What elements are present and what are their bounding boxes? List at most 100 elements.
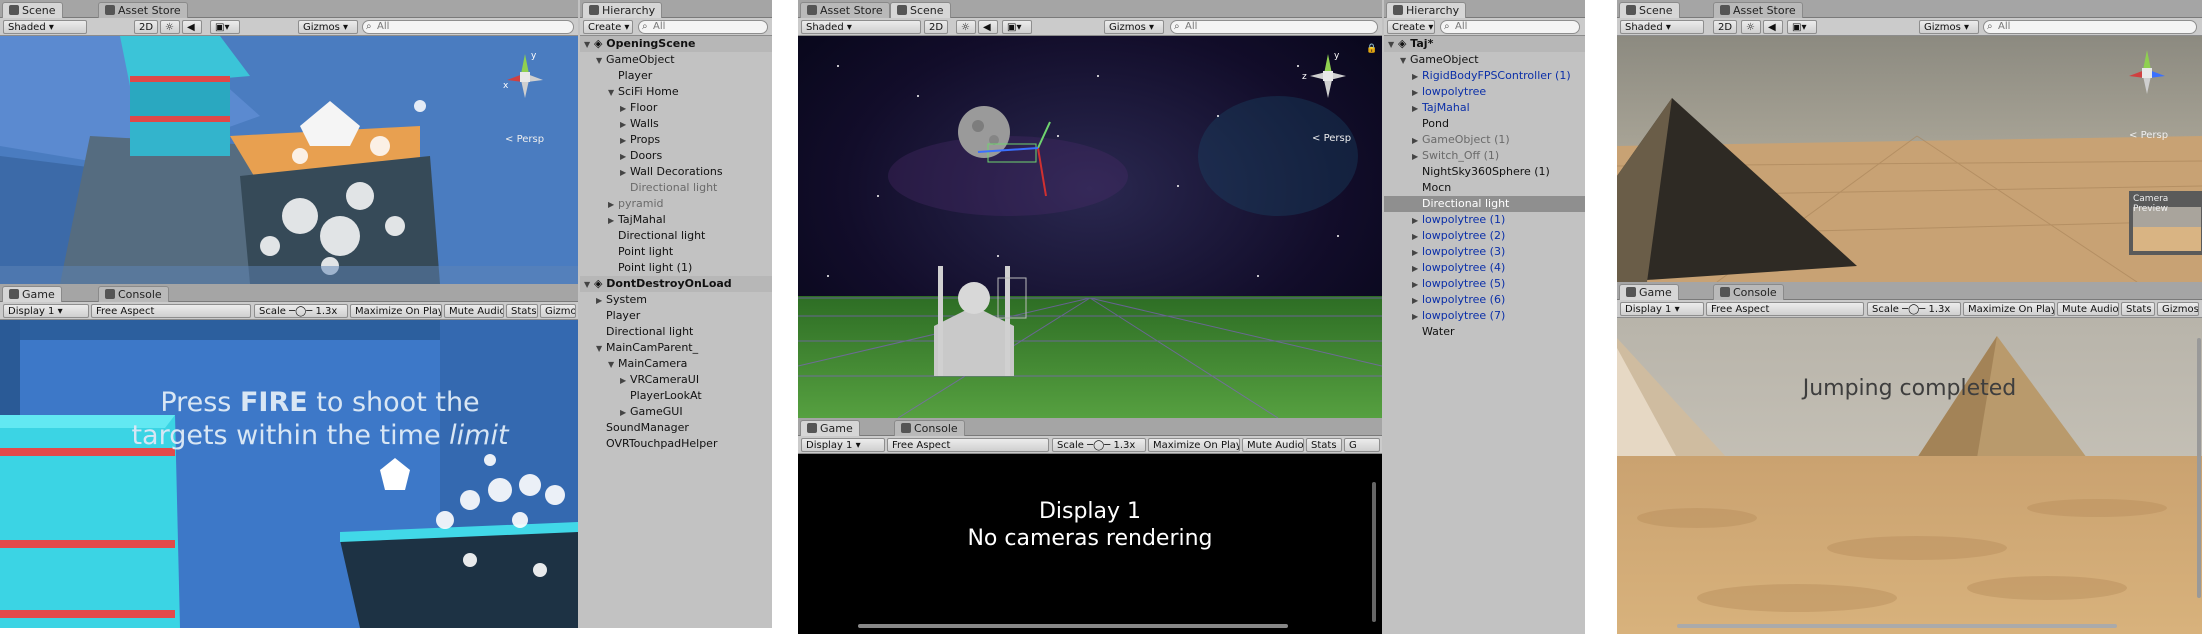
scene-orientation-gizmo-icon[interactable]: y z <box>1298 46 1358 106</box>
hierarchy-item[interactable]: ▶ lowpolytree (2) <box>1384 228 1585 244</box>
mid-game-viewport[interactable]: Display 1 No cameras rendering <box>798 454 1382 634</box>
expand-right-arrow-icon[interactable]: ▶ <box>1412 309 1422 325</box>
scene-search[interactable]: All <box>1983 20 2197 34</box>
right-scene-viewport[interactable]: Camera Preview < Persp <box>1617 36 2202 282</box>
maximize-on-play-toggle[interactable]: Maximize On Play <box>1148 438 1240 452</box>
expand-right-arrow-icon[interactable]: ▶ <box>1412 213 1422 229</box>
aspect-dropdown[interactable]: Free Aspect <box>91 304 251 318</box>
hierarchy-item[interactable]: ▶ lowpolytree (1) <box>1384 212 1585 228</box>
expand-down-arrow-icon[interactable]: ▼ <box>584 37 594 53</box>
hierarchy-item[interactable]: SoundManager <box>580 420 772 436</box>
hierarchy-item[interactable]: ▶ GameGUI <box>580 404 772 420</box>
stats-toggle[interactable]: Stats <box>1306 438 1342 452</box>
hierarchy-item[interactable]: Pond <box>1384 116 1585 132</box>
hierarchy-item[interactable]: ▼ SciFi Home <box>580 84 772 100</box>
tab-scene[interactable]: Scene <box>890 2 951 18</box>
expand-right-arrow-icon[interactable]: ▶ <box>596 293 606 309</box>
hierarchy-item[interactable]: ▶ VRCameraUI <box>580 372 772 388</box>
expand-right-arrow-icon[interactable]: ▶ <box>1412 293 1422 309</box>
audio-toggle[interactable]: ◀ <box>182 20 202 34</box>
tab-game[interactable]: Game <box>1619 284 1679 300</box>
hierarchy-scene-header[interactable]: ▼ ◈ Taj* <box>1384 36 1585 52</box>
expand-down-arrow-icon[interactable]: ▼ <box>1388 37 1398 53</box>
hierarchy-item[interactable]: ▶ Walls <box>580 116 772 132</box>
expand-right-arrow-icon[interactable]: ▶ <box>1412 85 1422 101</box>
expand-down-arrow-icon[interactable]: ▼ <box>608 357 618 373</box>
2d-toggle[interactable]: 2D <box>924 20 948 34</box>
hierarchy-item[interactable]: ▼ MainCamParent_ <box>580 340 772 356</box>
tab-hierarchy[interactable]: Hierarchy <box>1386 2 1467 18</box>
scale-slider[interactable]: Scale ─◯─ 1.3x <box>1052 438 1146 452</box>
expand-right-arrow-icon[interactable]: ▶ <box>620 101 630 117</box>
game-horizontal-scrollbar[interactable] <box>1677 624 2117 628</box>
hierarchy-item[interactable]: Point light (1) <box>580 260 772 276</box>
hierarchy-item[interactable]: ▶ GameObject (1) <box>1384 132 1585 148</box>
tab-asset-store[interactable]: Asset Store <box>1713 2 1803 18</box>
expand-right-arrow-icon[interactable]: ▶ <box>1412 149 1422 165</box>
hierarchy-item[interactable]: ▼ MainCamera <box>580 356 772 372</box>
gizmos-dropdown[interactable]: Gizmos ▾ <box>1919 20 1979 34</box>
persp-label[interactable]: < Persp <box>505 134 544 145</box>
hierarchy-item[interactable]: ▶ TajMahal <box>1384 100 1585 116</box>
hierarchy-item[interactable]: ▶ Wall Decorations <box>580 164 772 180</box>
hierarchy-item[interactable]: ▼ GameObject <box>1384 52 1585 68</box>
hierarchy-item[interactable]: Directional light <box>580 180 772 196</box>
tab-game[interactable]: Game <box>800 420 860 436</box>
tab-console[interactable]: Console <box>98 286 169 302</box>
hierarchy-item[interactable]: Water <box>1384 324 1585 340</box>
game-viewport[interactable]: Press FIRE to shoot the targets within t… <box>0 320 578 628</box>
tab-scene[interactable]: Scene <box>2 2 63 18</box>
expand-right-arrow-icon[interactable]: ▶ <box>608 213 618 229</box>
aspect-dropdown[interactable]: Free Aspect <box>887 438 1049 452</box>
mute-audio-toggle[interactable]: Mute Audio <box>444 304 504 318</box>
mid-scene-viewport[interactable]: y z 🔒 < Persp <box>798 36 1382 418</box>
shading-dropdown[interactable]: Shaded ▾ <box>801 20 921 34</box>
hierarchy-item[interactable]: Player <box>580 308 772 324</box>
expand-right-arrow-icon[interactable]: ▶ <box>620 117 630 133</box>
expand-right-arrow-icon[interactable]: ▶ <box>1412 277 1422 293</box>
tab-game[interactable]: Game <box>2 286 62 302</box>
mute-audio-toggle[interactable]: Mute Audio <box>2057 302 2119 316</box>
scale-slider[interactable]: Scale ─◯─ 1.3x <box>254 304 348 318</box>
expand-right-arrow-icon[interactable]: ▶ <box>620 373 630 389</box>
display-dropdown[interactable]: Display 1 ▾ <box>1620 302 1704 316</box>
tab-hierarchy[interactable]: Hierarchy <box>582 2 663 18</box>
display-dropdown[interactable]: Display 1 ▾ <box>801 438 885 452</box>
game-horizontal-scrollbar[interactable] <box>858 624 1288 628</box>
expand-right-arrow-icon[interactable]: ▶ <box>1412 261 1422 277</box>
lock-icon[interactable]: 🔒 <box>1366 44 1377 54</box>
hierarchy-item[interactable]: ▶ Floor <box>580 100 772 116</box>
2d-toggle[interactable]: 2D <box>134 20 158 34</box>
effects-dropdown[interactable]: ▣▾ <box>210 20 240 34</box>
hierarchy-item[interactable]: Directional light <box>580 324 772 340</box>
expand-right-arrow-icon[interactable]: ▶ <box>620 133 630 149</box>
effects-dropdown[interactable]: ▣▾ <box>1787 20 1817 34</box>
game-vertical-scrollbar[interactable] <box>1372 482 1376 622</box>
scene-orientation-gizmo-icon[interactable]: y x <box>495 46 555 106</box>
game-gizmos-dropdown[interactable]: Gizmos <box>540 304 576 318</box>
audio-toggle[interactable]: ◀ <box>1763 20 1783 34</box>
tab-asset-store[interactable]: Asset Store <box>800 2 890 18</box>
scene-orientation-gizmo-icon[interactable] <box>2117 42 2177 102</box>
game-gizmos-dropdown[interactable]: G <box>1344 438 1380 452</box>
hierarchy-item[interactable]: PlayerLookAt <box>580 388 772 404</box>
hierarchy-create-dropdown[interactable]: Create ▾ <box>583 20 633 34</box>
hierarchy-item[interactable]: ▶ lowpolytree (4) <box>1384 260 1585 276</box>
shading-dropdown[interactable]: Shaded ▾ <box>1620 20 1704 34</box>
lighting-toggle[interactable]: ☼ <box>1741 20 1761 34</box>
tab-console[interactable]: Console <box>894 420 965 436</box>
hierarchy-list[interactable]: ▼ ◈ OpeningScene ▼ GameObject Player ▼ SciFi H… <box>580 36 772 628</box>
scene-viewport[interactable]: y x < Persp <box>0 36 578 284</box>
hierarchy-scene-header[interactable]: ▼ ◈ OpeningScene <box>580 36 772 52</box>
hierarchy-item[interactable]: ▶ lowpolytree (6) <box>1384 292 1585 308</box>
hierarchy-item[interactable]: ▶ System <box>580 292 772 308</box>
hierarchy-item[interactable]: ▶ lowpolytree (7) <box>1384 308 1585 324</box>
hierarchy-item[interactable]: ▶ Switch_Off (1) <box>1384 148 1585 164</box>
aspect-dropdown[interactable]: Free Aspect <box>1706 302 1864 316</box>
expand-right-arrow-icon[interactable]: ▶ <box>1412 245 1422 261</box>
hierarchy-item[interactable]: ▶ lowpolytree <box>1384 84 1585 100</box>
maximize-on-play-toggle[interactable]: Maximize On Play <box>350 304 442 318</box>
expand-down-arrow-icon[interactable]: ▼ <box>608 85 618 101</box>
maximize-on-play-toggle[interactable]: Maximize On Play <box>1963 302 2055 316</box>
hierarchy-item[interactable]: OVRTouchpadHelper <box>580 436 772 452</box>
